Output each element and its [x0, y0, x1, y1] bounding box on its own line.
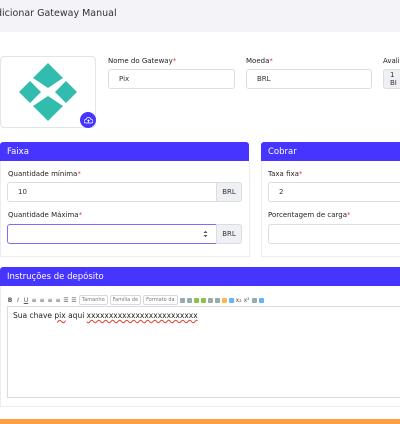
table-icon[interactable]: [228, 297, 234, 303]
align-center-icon[interactable]: ≡: [39, 297, 45, 304]
cobrar-header: Cobrar: [261, 142, 400, 161]
upload-image-button[interactable]: [80, 112, 96, 128]
hr-icon[interactable]: [251, 297, 257, 303]
editor-toolbar: B I U ≡ ≡ ≡ ≡ ☰ ☰ Tamanho Família de For…: [7, 295, 400, 305]
source-code-icon[interactable]: [258, 297, 264, 303]
gateway-name-label: Nome do Gateway*: [108, 57, 177, 65]
font-family-select[interactable]: Família de: [109, 295, 142, 305]
min-amount-currency: BRL: [216, 182, 242, 202]
editor-text-pix: pix: [54, 311, 66, 320]
max-amount-currency: BRL: [216, 224, 242, 244]
align-right-icon[interactable]: ≡: [47, 297, 53, 304]
max-amount-label: Quantidade Máxima*: [8, 211, 83, 219]
fixed-fee-label: Taxa fixa*: [268, 170, 303, 178]
page-title: dicionar Gateway Manual: [0, 8, 117, 19]
instructions-editor[interactable]: Sua chave pix aqui xxxxxxxxxxxxxxxxxxxxx…: [7, 306, 400, 398]
number-spinner-icon[interactable]: [203, 230, 208, 238]
copy-icon[interactable]: [186, 297, 192, 303]
pix-logo-icon: [19, 63, 77, 121]
unlink-icon[interactable]: [214, 297, 220, 303]
link-icon[interactable]: [207, 297, 213, 303]
image-icon[interactable]: [221, 297, 227, 303]
format-select[interactable]: Formato da: [143, 295, 178, 305]
bottom-accent-bar: [0, 419, 400, 424]
editor-text-start: Sua chave: [13, 311, 55, 320]
rate-input[interactable]: 1 BI: [383, 69, 400, 89]
currency-input[interactable]: BRL: [246, 69, 372, 89]
underline-icon[interactable]: U: [23, 297, 29, 304]
gateway-name-input[interactable]: Pix: [108, 69, 235, 89]
paste-icon[interactable]: [193, 297, 199, 303]
font-size-select[interactable]: Tamanho: [79, 295, 108, 305]
numbered-list-icon[interactable]: ☰: [71, 297, 77, 304]
min-amount-label: Quantidade mínima*: [8, 170, 81, 178]
cloud-upload-icon: [83, 116, 93, 123]
justify-icon[interactable]: ≡: [55, 297, 61, 304]
align-left-icon[interactable]: ≡: [31, 297, 37, 304]
superscript-icon[interactable]: x²: [244, 297, 250, 304]
instructions-header: Instruções de depósito: [0, 267, 400, 286]
currency-label: Moeda*: [246, 57, 273, 65]
min-amount-input[interactable]: 10: [7, 182, 217, 202]
percent-charge-label: Porcentagem de carga*: [268, 211, 351, 219]
max-amount-input[interactable]: [7, 224, 217, 244]
bullet-list-icon[interactable]: ☰: [63, 297, 69, 304]
cut-icon[interactable]: [179, 297, 185, 303]
paste-text-icon[interactable]: [200, 297, 206, 303]
editor-text-key: xxxxxxxxxxxxxxxxxxxxxxxxx: [86, 311, 198, 320]
rate-label: Avali: [383, 57, 400, 65]
fixed-fee-input[interactable]: 2: [268, 182, 400, 202]
percent-charge-input[interactable]: [268, 224, 400, 244]
editor-text-mid: aqui: [65, 311, 87, 320]
bold-icon[interactable]: B: [7, 297, 13, 304]
italic-icon[interactable]: I: [15, 297, 21, 304]
subscript-icon[interactable]: x₂: [236, 297, 242, 304]
faixa-header: Faixa: [0, 142, 249, 161]
top-bar: dicionar Gateway Manual: [0, 0, 400, 33]
